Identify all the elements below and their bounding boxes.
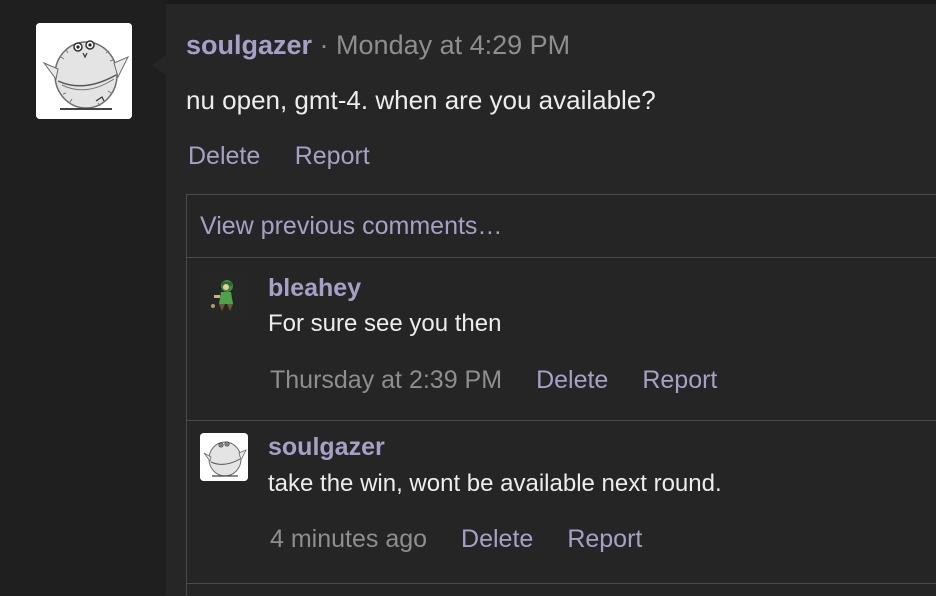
avatar[interactable] [200,433,248,481]
fluffy-creature-avatar-icon [36,23,132,119]
comment-report-link[interactable]: Report [567,525,642,553]
comment-delete-link[interactable]: Delete [461,525,533,553]
green-character-avatar-icon [200,273,248,321]
profile-post-page: soulgazer · Monday at 4:29 PM nu open, g… [0,0,936,596]
comment-report-link[interactable]: Report [642,366,717,394]
post-actions: Delete Report [188,142,400,171]
post-header-separator: · [312,30,337,60]
comments-section: View previous comments… bleahey For sure [186,194,936,596]
comment-timestamp[interactable]: Thursday at 2:39 PM [270,366,502,394]
comment-item: soulgazer take the win, wont be availabl… [187,421,936,583]
view-previous-comments-link[interactable]: View previous comments… [200,211,502,241]
comment-item: bleahey For sure see you then Thursday a… [187,258,936,420]
comment-meta: 4 minutes ago Delete Report [270,524,676,554]
fluffy-creature-avatar-icon [200,433,248,481]
post-delete-link[interactable]: Delete [188,142,260,170]
comment-author-link[interactable]: soulgazer [268,432,385,462]
avatar[interactable] [200,273,248,321]
comment-author-link[interactable]: bleahey [268,273,361,303]
avatar[interactable] [36,23,132,119]
comment-message: take the win, wont be available next rou… [268,470,722,497]
comment-meta: Thursday at 2:39 PM Delete Report [270,365,751,395]
comment-message: For sure see you then [268,310,502,337]
post-timestamp[interactable]: Monday at 4:29 PM [336,30,570,60]
message-pointer [152,55,166,75]
post-author-link[interactable]: soulgazer [186,30,312,60]
post-report-link[interactable]: Report [295,142,370,170]
comment-timestamp[interactable]: 4 minutes ago [270,525,427,553]
comments-divider [187,583,936,584]
post-message: nu open, gmt-4. when are you available? [186,85,656,115]
post-header: soulgazer · Monday at 4:29 PM [186,28,570,62]
comment-delete-link[interactable]: Delete [536,366,608,394]
